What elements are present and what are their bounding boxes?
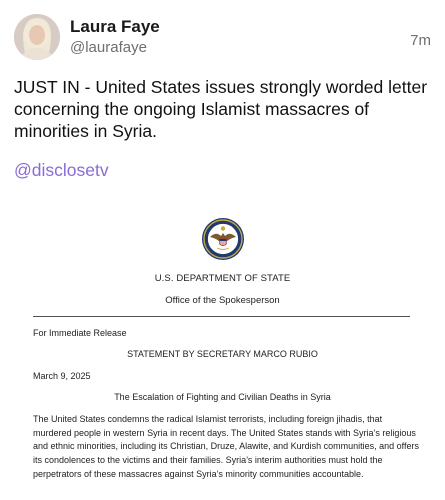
user-avatar-icon [14,14,60,60]
document-date: March 9, 2025 [33,371,91,381]
author-handle[interactable]: @laurafaye [70,39,147,56]
attached-document-image[interactable]: U.S. DEPARTMENT OF STATE Office of the S… [0,204,445,500]
department-of-state-seal-icon [201,217,245,261]
post-text: JUST IN - United States issues strongly … [14,77,428,141]
document-paragraph: The United States condemns the radical I… [33,414,420,479]
post-timestamp: 7m [410,32,431,49]
avatar[interactable] [14,14,60,60]
office-name: Office of the Spokesperson [165,295,280,306]
statement-title: STATEMENT BY SECRETARY MARCO RUBIO [127,349,318,359]
document-subject: The Escalation of Fighting and Civilian … [114,392,331,402]
post-header: Laura Faye @laurafaye 7m [14,14,431,64]
mention-link[interactable]: @disclosetv [14,160,109,181]
document-divider [33,316,410,317]
department-name: U.S. DEPARTMENT OF STATE [154,273,291,284]
author-name[interactable]: Laura Faye [70,17,160,37]
release-line: For Immediate Release [33,328,127,338]
